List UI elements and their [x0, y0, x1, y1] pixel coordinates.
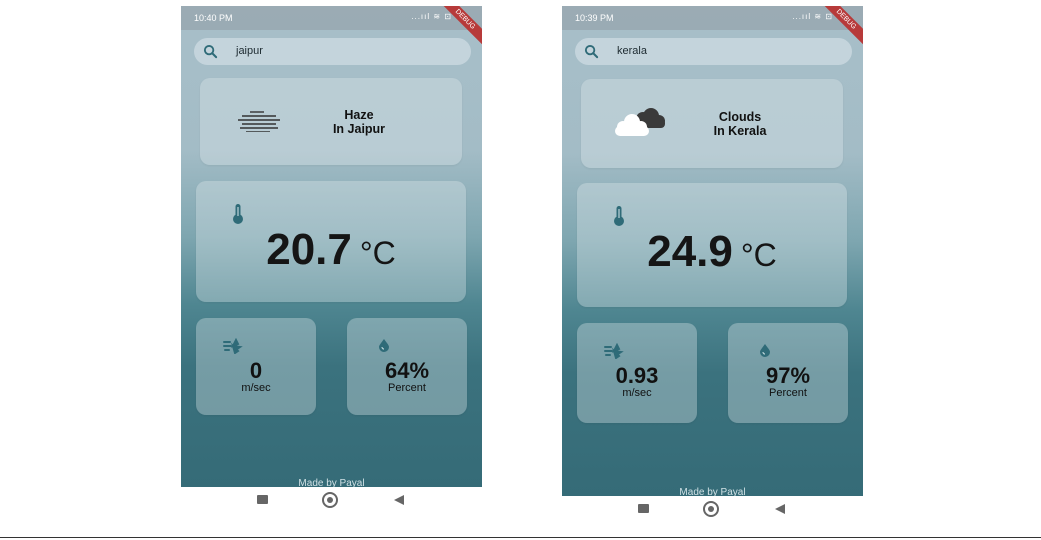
wind-value: 0.93 [615, 363, 659, 388]
divider-line [0, 537, 1041, 538]
phone-screen-jaipur: 10:40 PM ...ııl ≋ ⊡ DEBUG jaipur Haze In… [181, 6, 482, 487]
temperature-card: 20.7 °C [196, 181, 466, 302]
nav-bar-1 [181, 487, 482, 515]
search-bar[interactable]: jaipur [194, 38, 471, 65]
search-input[interactable]: kerala [617, 45, 647, 57]
temperature-unit: °C [740, 237, 777, 273]
humidity-card: 64% Percent [347, 318, 467, 415]
status-time: 10:39 PM [575, 13, 614, 23]
wind-icon [223, 338, 243, 354]
thermometer-icon [614, 206, 624, 226]
humidity-drop-icon [760, 344, 770, 357]
recents-button[interactable] [638, 504, 649, 513]
temperature-readout: 20.7 °C [196, 225, 466, 275]
home-button[interactable] [703, 501, 719, 517]
nav-bar-2 [562, 496, 863, 524]
recents-button[interactable] [257, 495, 268, 504]
temperature-unit: °C [359, 235, 396, 271]
temperature-value: 20.7 [266, 225, 352, 274]
condition-location: In Jaipur [332, 122, 386, 136]
search-icon[interactable] [584, 44, 599, 59]
haze-icon [238, 111, 280, 132]
condition-title: Haze [344, 108, 374, 122]
humidity-value: 97% [765, 363, 811, 388]
search-input[interactable]: jaipur [236, 45, 263, 57]
humidity-drop-icon [379, 339, 389, 352]
thermometer-icon [233, 204, 243, 224]
condition-title: Clouds [718, 110, 762, 124]
search-bar[interactable]: kerala [575, 38, 852, 65]
wind-icon [604, 343, 624, 359]
status-icons: ...ııl ≋ ⊡ [792, 12, 833, 21]
temperature-readout: 24.9 °C [577, 227, 847, 277]
wind-card: 0 m/sec [196, 318, 316, 415]
condition-card: Clouds In Kerala [581, 79, 843, 168]
humidity-card: 97% Percent [728, 323, 848, 423]
wind-unit: m/sec [622, 387, 652, 399]
humidity-unit: Percent [769, 387, 807, 399]
condition-text: Haze In Jaipur [298, 108, 420, 136]
wind-unit: m/sec [241, 382, 271, 394]
humidity-value: 64% [384, 358, 430, 383]
back-button[interactable] [775, 504, 785, 514]
search-icon[interactable] [203, 44, 218, 59]
clouds-icon [615, 108, 665, 136]
status-icons: ...ııl ≋ ⊡ [411, 12, 452, 21]
condition-text: Clouds In Kerala [679, 110, 801, 138]
condition-card: Haze In Jaipur [200, 78, 462, 165]
wind-card: 0.93 m/sec [577, 323, 697, 423]
back-button[interactable] [394, 495, 404, 505]
humidity-unit: Percent [388, 382, 426, 394]
home-button[interactable] [322, 492, 338, 508]
wind-value: 0 [249, 358, 263, 383]
footer-credit: Made by Payal [298, 478, 365, 487]
status-time: 10:40 PM [194, 13, 233, 23]
temperature-card: 24.9 °C [577, 183, 847, 307]
footer-credit: Made by Payal [679, 487, 746, 496]
phone-screen-kerala: 10:39 PM ...ııl ≋ ⊡ DEBUG kerala Clouds … [562, 6, 863, 496]
temperature-value: 24.9 [647, 227, 733, 276]
condition-location: In Kerala [713, 124, 767, 138]
